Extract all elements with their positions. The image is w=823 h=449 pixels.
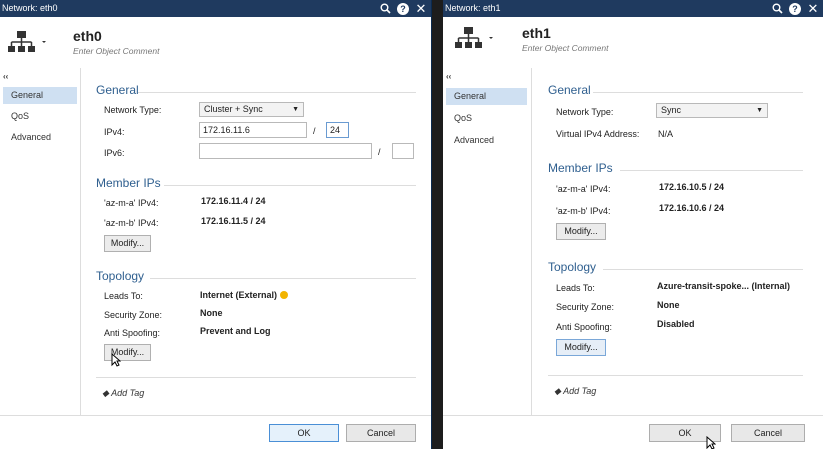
help-icon[interactable]: ? [397,2,409,15]
section-divider [150,278,416,279]
leads-to-value: Internet (External) [200,290,289,300]
close-icon[interactable]: ✕ [807,2,819,15]
ipv4-mask-input[interactable]: 24 [326,122,349,138]
section-general-title: General [548,83,591,97]
ipv4-label: IPv4: [104,127,125,137]
security-zone-value: None [200,308,223,318]
title-bar: Network: eth1 ? ✕ [443,0,823,17]
ipv4-input[interactable]: 172.16.11.6 [199,122,307,138]
member-b-value: 172.16.10.6 / 24 [659,203,725,213]
add-tag-label: Add Tag [563,386,597,396]
network-type-value: Cluster + Sync [204,104,263,114]
section-divider [164,185,416,186]
leads-to-label: Leads To: [556,283,595,293]
search-icon[interactable] [379,3,391,15]
section-divider [620,170,803,171]
sidebar-item-advanced[interactable]: Advanced [3,129,77,146]
network-type-select[interactable]: Sync ▼ [656,103,768,118]
ipv6-slash: / [378,147,381,157]
section-topology-title: Topology [96,269,145,283]
dialog-footer: OK Cancel [443,415,823,449]
section-member-ips-title: Member IPs [548,161,613,175]
window-gap [433,0,443,449]
cancel-button[interactable]: Cancel [346,424,416,442]
ipv6-label: IPv6: [104,148,125,158]
section-divider [593,92,803,93]
ipv6-mask-input[interactable] [392,143,414,159]
add-tag-link[interactable]: ◆ Add Tag [554,386,596,397]
member-b-label: 'az-m-b' IPv4: [556,206,611,216]
object-comment-field[interactable]: Enter Object Comment [522,43,608,53]
section-divider [138,92,416,93]
add-tag-label: Add Tag [111,388,145,398]
member-a-value: 172.16.11.4 / 24 [201,196,266,206]
tag-icon: ◆ [102,388,109,398]
member-b-value: 172.16.11.5 / 24 [201,216,266,226]
close-icon[interactable]: ✕ [415,2,427,15]
security-zone-label: Security Zone: [104,310,163,320]
ipv4-slash: / [313,126,316,136]
network-type-label: Network Type: [104,105,162,115]
ok-button[interactable]: OK [269,424,339,442]
object-comment-field[interactable]: Enter Object Comment [73,46,159,56]
network-type-select[interactable]: Cluster + Sync ▼ [199,102,304,117]
section-member-ips-title: Member IPs [96,176,161,190]
member-ips-modify-button[interactable]: Modify... [556,223,606,240]
sidebar-item-general[interactable]: General [3,87,77,104]
topology-modify-button[interactable]: Modify... [556,339,606,356]
network-type-label: Network Type: [556,107,614,117]
network-object-icon[interactable] [8,30,46,58]
window-title: Network: eth0 [2,3,58,13]
leads-to-label: Leads To: [104,291,143,301]
network-eth0-window: Network: eth0 ? ✕ eth0 Enter Object Comm… [0,0,432,449]
search-icon[interactable] [771,3,783,15]
chevron-down-icon: ▼ [292,106,299,113]
sidebar-item-qos[interactable]: QoS [3,108,77,125]
anti-spoofing-label: Anti Spoofing: [556,322,613,332]
security-zone-label: Security Zone: [556,302,615,312]
tag-icon: ◆ [554,386,561,396]
member-b-label: 'az-m-b' IPv4: [104,218,159,228]
leads-to-text: Internet (External) [200,290,278,300]
ipv6-input[interactable] [199,143,372,159]
leads-to-value: Azure-transit-spoke... (Internal) [657,281,791,291]
section-divider [548,375,803,376]
section-divider [603,269,803,270]
add-tag-link[interactable]: ◆ Add Tag [102,388,144,399]
object-name[interactable]: eth1 [522,25,551,41]
sidebar-item-general[interactable]: General [446,88,527,105]
warning-icon [280,291,289,299]
sidebar-item-qos[interactable]: QoS [446,110,527,127]
window-title: Network: eth1 [445,3,501,13]
help-icon[interactable]: ? [789,2,801,15]
anti-spoofing-value: Disabled [657,319,695,329]
virtual-ipv4-label: Virtual IPv4 Address: [556,129,640,139]
member-a-label: 'az-m-a' IPv4: [104,198,159,208]
dialog-footer: OK Cancel [0,415,431,449]
chevron-down-icon: ▼ [756,107,763,114]
member-a-value: 172.16.10.5 / 24 [659,182,725,192]
anti-spoofing-label: Anti Spoofing: [104,328,161,338]
network-type-value: Sync [661,105,682,115]
anti-spoofing-value: Prevent and Log [200,326,271,336]
network-eth1-window: Network: eth1 ? ✕ eth1 Enter Object Comm… [443,0,823,449]
cancel-button[interactable]: Cancel [731,424,805,442]
mouse-cursor-icon [111,353,121,367]
sidebar-item-advanced[interactable]: Advanced [446,132,527,149]
member-a-label: 'az-m-a' IPv4: [556,184,611,194]
member-ips-modify-button[interactable]: Modify... [104,235,151,252]
mouse-cursor-icon [706,436,716,449]
section-general-title: General [96,83,139,97]
object-name[interactable]: eth0 [73,28,102,44]
section-divider [96,377,416,378]
network-object-icon[interactable] [455,26,493,54]
security-zone-value: None [657,300,680,310]
section-topology-title: Topology [548,260,597,274]
virtual-ipv4-value: N/A [658,129,674,139]
title-bar: Network: eth0 ? ✕ [0,0,431,17]
